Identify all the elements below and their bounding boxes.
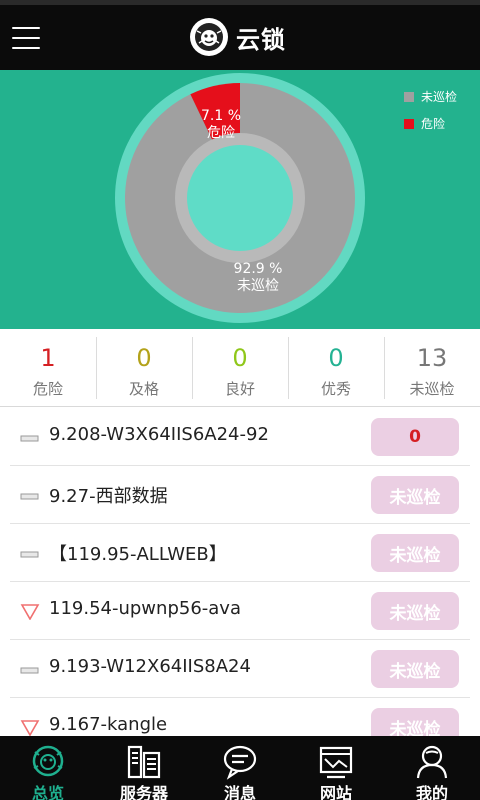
inspection-status-button[interactable]: 未巡检	[371, 592, 459, 630]
inspection-status-button[interactable]: 未巡检	[371, 708, 459, 736]
donut-hole	[187, 145, 293, 251]
app-title: 云锁	[236, 25, 286, 54]
status-summary: 1 危险 0 及格 0 良好 0 优秀 13 未巡检	[0, 329, 480, 407]
tab-label: 总览	[31, 784, 64, 800]
down-triangle-icon	[20, 604, 40, 621]
server-row[interactable]: 9.193-W12X64IIS8A24 未巡检	[10, 640, 470, 698]
tab-label: 消息	[223, 784, 256, 800]
legend-item-danger: 危险	[404, 115, 457, 132]
stat-value: 0	[136, 344, 152, 372]
stat-excellent[interactable]: 0 优秀	[288, 329, 384, 406]
tab-label: 网站	[319, 784, 352, 800]
server-name: 9.27-西部数据	[49, 486, 168, 507]
website-icon	[317, 744, 355, 780]
inspection-status-button[interactable]: 0	[371, 418, 459, 456]
chart-legend: 未巡检 危险	[404, 88, 457, 142]
legend-label: 未巡检	[421, 90, 458, 104]
minus-icon	[20, 488, 40, 504]
stat-pass[interactable]: 0 及格	[96, 329, 192, 406]
server-row[interactable]: 9.27-西部数据 未巡检	[10, 466, 470, 524]
minus-icon	[20, 430, 40, 446]
legend-item-unchecked: 未巡检	[404, 88, 457, 105]
legend-label: 危险	[421, 117, 446, 131]
slice-label-unchecked: 92.9 % 未巡检	[233, 261, 283, 294]
inspection-status-button[interactable]: 未巡检	[371, 650, 459, 688]
server-icon	[125, 744, 163, 780]
tab-overview[interactable]: 总览	[0, 736, 96, 800]
server-row[interactable]: 9.208-W3X64IIS6A24-92 0	[10, 408, 470, 466]
server-row[interactable]: 119.54-upwnp56-ava 未巡检	[10, 582, 470, 640]
stat-unchecked[interactable]: 13 未巡检	[384, 329, 480, 406]
tab-servers[interactable]: 服务器	[96, 736, 192, 800]
risk-overview-chart: 7.1 % 危险 92.9 % 未巡检 未巡检 危险	[0, 70, 480, 329]
slice-label-danger: 7.1 % 危险	[200, 108, 242, 141]
tab-label: 我的	[415, 784, 448, 800]
brand: 云锁	[190, 17, 286, 57]
inspection-status-button[interactable]: 未巡检	[371, 476, 459, 514]
tab-label: 服务器	[119, 784, 168, 800]
stat-danger[interactable]: 1 危险	[0, 329, 96, 406]
stat-value: 13	[416, 344, 448, 372]
minus-icon	[20, 546, 40, 562]
server-name: 【119.95-ALLWEB】	[49, 544, 227, 565]
stat-label: 良好	[224, 380, 255, 398]
bottom-tab-bar: 总览 服务器 消息 网站 我的	[0, 736, 480, 800]
tab-websites[interactable]: 网站	[288, 736, 384, 800]
lion-overview-icon	[29, 744, 67, 780]
app-header: 云锁	[0, 0, 480, 70]
stat-good[interactable]: 0 良好	[192, 329, 288, 406]
stat-value: 0	[232, 344, 248, 372]
inspection-status-button[interactable]: 未巡检	[371, 534, 459, 572]
stat-value: 0	[328, 344, 344, 372]
server-row[interactable]: 【119.95-ALLWEB】 未巡检	[10, 524, 470, 582]
server-name: 119.54-upwnp56-ava	[49, 598, 241, 619]
lion-logo-icon	[190, 18, 228, 56]
server-name: 9.167-kangle	[49, 714, 168, 735]
stat-value: 1	[40, 344, 56, 372]
minus-icon	[20, 662, 40, 678]
tab-profile[interactable]: 我的	[384, 736, 480, 800]
down-triangle-icon	[20, 720, 40, 736]
legend-swatch	[404, 91, 414, 102]
server-row[interactable]: 9.167-kangle 未巡检	[10, 698, 470, 736]
stat-label: 及格	[128, 380, 159, 398]
server-name: 9.208-W3X64IIS6A24-92	[49, 424, 269, 445]
stat-label: 优秀	[320, 380, 351, 398]
legend-swatch	[404, 118, 414, 129]
server-list[interactable]: 9.208-W3X64IIS6A24-92 0 9.27-西部数据 未巡检 【1…	[0, 408, 480, 736]
stat-label: 危险	[32, 380, 63, 398]
hamburger-menu-icon[interactable]	[12, 27, 40, 51]
user-icon	[413, 744, 451, 780]
stat-label: 未巡检	[409, 380, 455, 398]
tab-messages[interactable]: 消息	[192, 736, 288, 800]
message-bubble-icon	[221, 744, 259, 780]
server-name: 9.193-W12X64IIS8A24	[49, 656, 251, 677]
